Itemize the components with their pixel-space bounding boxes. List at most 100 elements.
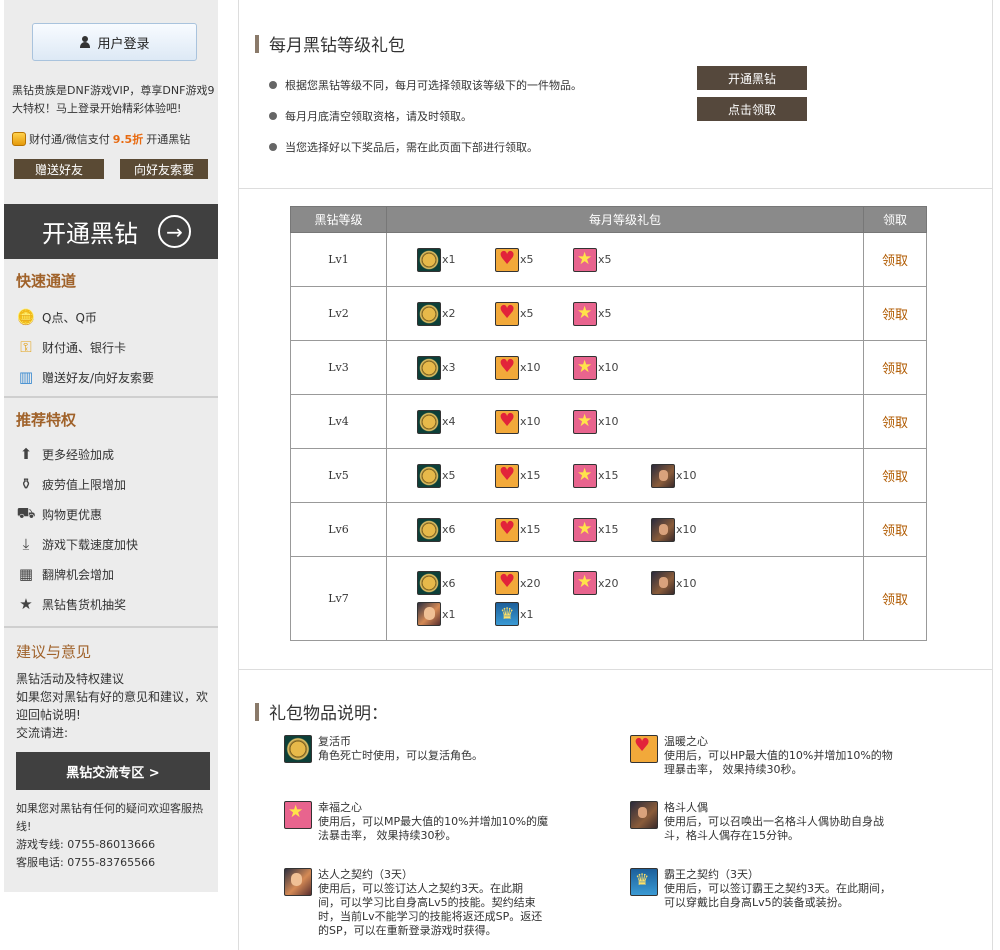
desc-overlord-contract: 霸王之契约（3天）使用后，可以签订霸王之契约3天。在此期间，可以穿戴比自身高Lv… [630, 868, 905, 910]
warm-heart-icon [495, 301, 519, 326]
ask-friend-button[interactable]: 向好友索要 [120, 159, 208, 179]
happy-heart-icon [573, 517, 597, 542]
gift-quantity: x5 [442, 469, 456, 482]
gift-items-cell: x2 x5 x5 [386, 286, 864, 341]
quick-channel-heading: 快速通道 [16, 272, 77, 290]
gift-items-cell: x6 x15 x15 x10 [386, 502, 864, 557]
open-black-diamond-banner[interactable]: 开通黑钻 → [4, 204, 218, 259]
title-bar [255, 34, 259, 53]
gift-quantity: x5 [520, 253, 534, 266]
gift-items: x6 x15 x15 x10 [417, 514, 797, 545]
gift-friend-button[interactable]: 赠送好友 [14, 159, 104, 179]
warm-heart-icon [495, 463, 519, 488]
privilege-item-download[interactable]: ⤓ 游戏下载速度加快 [16, 529, 138, 559]
privilege-item-shop[interactable]: ⛟ 购物更优惠 [16, 499, 138, 529]
gift-item: x3 [417, 352, 495, 383]
header-level: 黑钻等级 [290, 206, 387, 233]
gift-item: x6 [417, 514, 495, 545]
claim-link[interactable]: 领取 [882, 524, 908, 539]
rule-item: 根据您黑钻等级不同，每月可选择领取该等级下的一件物品。 [269, 69, 582, 100]
claim-cell: 领取 [863, 394, 927, 449]
claim-link[interactable]: 领取 [882, 254, 908, 269]
gift-item: x5 [495, 298, 573, 329]
gift-quantity: x15 [598, 523, 619, 536]
suggestion-line: 如果您对黑钻有好的意见和建议，欢迎回帖说明! [16, 690, 209, 722]
fight-doll-icon [651, 571, 675, 595]
revive-coin-icon [417, 517, 441, 542]
claim-link[interactable]: 领取 [882, 593, 908, 608]
login-button[interactable]: 用户登录 [32, 23, 197, 61]
privilege-item-fatigue[interactable]: ⚱ 疲劳值上限增加 [16, 469, 138, 499]
table-row: Lv2 x2 x5 x5 领取 [290, 286, 927, 341]
revive-coin-icon [417, 463, 441, 488]
pay-promo-prefix: 财付通/微信支付 [29, 133, 110, 146]
gift-item: x10 [573, 406, 651, 437]
main-content: 每月黑钻等级礼包 根据您黑钻等级不同，每月可选择领取该等级下的一件物品。 每月月… [238, 0, 993, 950]
privilege-label: 疲劳值上限增加 [42, 477, 127, 492]
quick-channel-list: 🪙 Q点、Q币 ⚿ 财付通、银行卡 ▥ 赠送好友/向好友索要 [16, 302, 154, 392]
gift-items-cell: x5 x15 x15 x10 [386, 448, 864, 503]
forum-button[interactable]: 黑钻交流专区 > [16, 752, 210, 790]
gift-quantity: x6 [442, 576, 456, 590]
gift-quantity: x5 [598, 253, 612, 266]
quick-item-label: Q点、Q币 [42, 310, 97, 325]
quick-item-gift[interactable]: ▥ 赠送好友/向好友索要 [16, 362, 154, 392]
claim-link[interactable]: 领取 [882, 308, 908, 323]
table-row: Lv4 x4 x10 x10 领取 [290, 394, 927, 449]
privilege-label: 翻牌机会增加 [42, 567, 115, 582]
quick-item-label: 赠送好友/向好友索要 [42, 370, 155, 385]
privilege-item-lottery[interactable]: ★ 黑钻售货机抽奖 [16, 589, 138, 619]
gift-quantity: x4 [442, 415, 456, 428]
gift-items-cell: x3 x10 x10 [386, 340, 864, 395]
table-row: Lv1 x1 x5 x5 领取 [290, 232, 927, 287]
quick-item-qpoint[interactable]: 🪙 Q点、Q币 [16, 302, 154, 332]
suggestion-line: 黑钻活动及特权建议 [16, 672, 125, 686]
pay-promo-discount: 9.5折 [112, 133, 144, 146]
desc-text: 使用后，可以签订达人之契约3天。在此期间，可以学习比自身高Lv5的技能。契约结束… [318, 882, 543, 937]
section-divider [239, 669, 992, 670]
gift-item: x1 [417, 244, 495, 275]
overlord-contract-icon [630, 868, 658, 896]
gift-quantity: x5 [520, 307, 534, 320]
quick-item-tenpay[interactable]: ⚿ 财付通、银行卡 [16, 332, 154, 362]
gift-table-body: Lv1 x1 x5 x5 领取 Lv2 x2 x5 x5 领取 Lv3 x3 x10 x10 领取 Lv4 x4… [290, 232, 927, 641]
privilege-item-exp[interactable]: ⬆ 更多经验加成 [16, 439, 138, 469]
desc-text: 使用后，可以签订霸王之契约3天。在此期间，可以穿戴比自身高Lv5的装备或装扮。 [664, 882, 891, 909]
desc-name: 格斗人偶 [664, 801, 708, 814]
gift-quantity: x2 [442, 307, 456, 320]
gift-table: 黑钻等级 每月等级礼包 领取 Lv1x1x5x5领取Lv2x2x5x5领取Lv3… [290, 206, 927, 641]
pay-promo-suffix: 开通黑钻 [146, 133, 191, 146]
privilege-item-flip[interactable]: ▦ 翻牌机会增加 [16, 559, 138, 589]
fight-doll-icon [651, 463, 675, 488]
desc-name: 复活币 [318, 735, 351, 748]
coin-icon [12, 132, 26, 146]
gift-item: x10 [495, 352, 573, 383]
revive-coin-icon [417, 247, 441, 272]
monthly-gift-title: 每月黑钻等级礼包 [255, 31, 405, 56]
claim-link[interactable]: 领取 [882, 416, 908, 431]
desc-fight-doll: 格斗人偶 使用后，可以召唤出一名格斗人偶协助自身战斗，格斗人偶存在15分钟。 [630, 801, 905, 843]
claim-cell: 领取 [863, 340, 927, 395]
gift-quantity: x1 [520, 607, 534, 621]
upload-arrow-icon: ⬆ [19, 445, 33, 463]
click-claim-button[interactable]: 点击领取 [697, 97, 807, 121]
happy-heart-icon [573, 409, 597, 434]
warm-heart-icon [495, 247, 519, 272]
gift-quantity: x10 [520, 361, 541, 374]
gift-quantity: x15 [520, 523, 541, 536]
gift-item: x20 [495, 568, 573, 599]
gift-items: x6 x20 x20 x10 x1 x1 [417, 568, 797, 630]
banner-label: 开通黑钻 [42, 220, 138, 248]
section-divider [239, 188, 992, 189]
claim-link[interactable]: 领取 [882, 362, 908, 377]
suggestion-line: 交流请进: [16, 726, 69, 740]
gift-items-cell: x1 x5 x5 [386, 232, 864, 287]
gift-items: x4 x10 x10 [417, 406, 797, 437]
happy-heart-icon [573, 463, 597, 488]
table-row: Lv7 x6 x20 x20 x10 x1 x1 领取 [290, 556, 927, 641]
user-icon [79, 36, 91, 48]
open-black-diamond-button[interactable]: 开通黑钻 [697, 66, 807, 90]
privilege-label: 游戏下载速度加快 [42, 537, 139, 552]
gift-item: x5 [573, 298, 651, 329]
claim-link[interactable]: 领取 [882, 470, 908, 485]
